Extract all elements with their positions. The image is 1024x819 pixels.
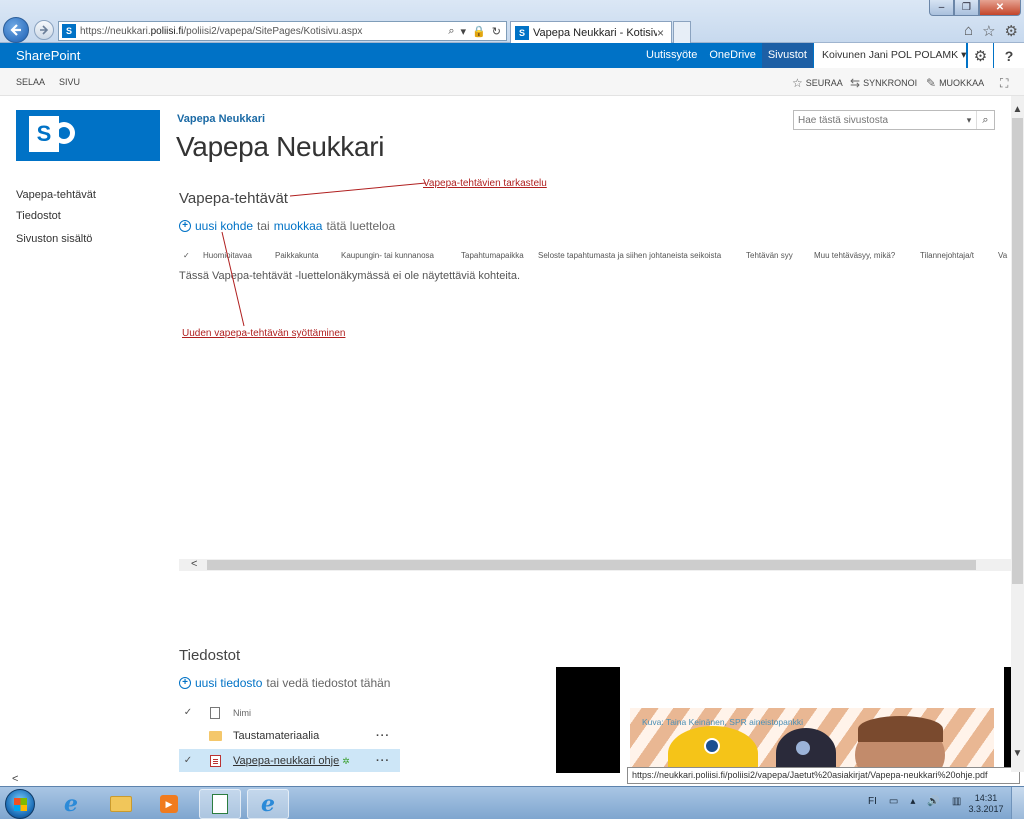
item-menu-ellipsis[interactable]: ··· — [366, 730, 400, 742]
annotation-line-new — [221, 231, 245, 327]
file-name-text: Vapepa-neukkari ohje — [233, 754, 340, 767]
clock[interactable]: 14:31 3.3.2017 — [968, 793, 1004, 815]
scroll-up-icon[interactable]: ▲ — [1011, 104, 1024, 115]
cap-logo — [796, 741, 810, 755]
taskbar-ie-active[interactable]: e — [247, 789, 289, 819]
scroll-left-icon[interactable]: < — [191, 558, 197, 570]
taskbar-document-app[interactable] — [199, 789, 241, 819]
clock-time: 14:31 — [974, 793, 998, 803]
photo-caption: Kuva: Taina Keinänen, SPR aineistopankki — [642, 717, 803, 727]
folder-icon — [110, 796, 132, 812]
files-heading[interactable]: Tiedostot — [179, 647, 240, 664]
new-item-icon: ✲ — [342, 755, 350, 766]
add-circle-icon[interactable]: + — [179, 677, 191, 689]
files-header-row: ✓ Nimi — [179, 701, 400, 724]
keyboard-icon[interactable]: ▭ — [889, 796, 898, 807]
document-app-icon — [212, 794, 228, 814]
cap-logo — [704, 738, 720, 754]
network-icon[interactable]: ▥ — [952, 796, 961, 807]
scroll-down-icon[interactable]: ▼ — [1011, 748, 1024, 759]
drag-files-text: tai vedä tiedostot tähän — [266, 676, 391, 690]
page-scroll-left-icon[interactable]: < — [12, 773, 18, 785]
annotation-lines — [221, 182, 427, 327]
windows-logo-icon — [14, 805, 27, 811]
person-hair — [858, 716, 943, 742]
document-type-icon — [210, 706, 220, 719]
status-url-tooltip: https://neukkari.poliisi.fi/poliisi2/vap… — [627, 767, 1020, 784]
show-desktop-button[interactable] — [1011, 787, 1024, 819]
scroll-thumb[interactable] — [1012, 118, 1023, 584]
file-name[interactable]: Taustamateriaalia — [233, 730, 366, 742]
language-indicator[interactable]: FI — [868, 796, 877, 807]
row-check-icon[interactable]: ✓ — [179, 755, 197, 766]
volunteers-photo: Kuva: Taina Keinänen, SPR aineistopankki — [630, 708, 994, 773]
show-hidden-icons-icon[interactable]: ▴ — [910, 796, 915, 807]
volume-icon[interactable]: 🔊 — [927, 796, 939, 807]
media-player-icon: ▶ — [160, 795, 178, 813]
item-menu-ellipsis[interactable]: ··· — [366, 755, 400, 767]
annotation-line-view — [289, 182, 427, 197]
name-column-header[interactable]: Nimi — [233, 708, 400, 718]
ie-icon: e — [64, 791, 78, 817]
file-row[interactable]: ✓ Vapepa-neukkari ohje ✲ ··· — [179, 749, 400, 772]
image-frame-right — [1004, 667, 1011, 773]
new-file-link[interactable]: uusi tiedosto — [195, 676, 262, 690]
select-all-check-icon[interactable]: ✓ — [179, 707, 197, 718]
scroll-thumb[interactable] — [207, 560, 976, 570]
clock-date: 3.3.2017 — [968, 804, 1004, 814]
annotation-new-task[interactable]: Uuden vapepa-tehtävän syöttäminen — [182, 328, 345, 339]
list-horizontal-scrollbar[interactable]: < — [179, 558, 1011, 571]
pdf-file-icon — [209, 754, 221, 767]
start-button[interactable] — [5, 789, 35, 819]
folder-icon — [208, 730, 222, 741]
system-tray: FI ▭ ▴ 🔊 ▥ — [868, 796, 961, 807]
file-name-link[interactable]: Vapepa-neukkari ohje ✲ — [233, 755, 366, 767]
windows-taskbar: e ▶ e FI ▭ ▴ 🔊 ▥ 14:31 3.3.2017 — [0, 786, 1024, 819]
page-vertical-scrollbar[interactable]: ▲ ▼ — [1011, 96, 1024, 772]
file-row[interactable]: Taustamateriaalia ··· — [179, 724, 400, 747]
taskbar-explorer[interactable] — [100, 789, 142, 819]
files-new-row: + uusi tiedosto tai vedä tiedostot tähän — [179, 676, 390, 690]
image-frame-left — [556, 667, 620, 773]
ie-icon: e — [261, 791, 275, 817]
annotation-view-tasks[interactable]: Vapepa-tehtävien tarkastelu — [423, 178, 547, 189]
taskbar-internet-explorer[interactable]: e — [50, 789, 92, 819]
taskbar-media-player[interactable]: ▶ — [148, 789, 190, 819]
